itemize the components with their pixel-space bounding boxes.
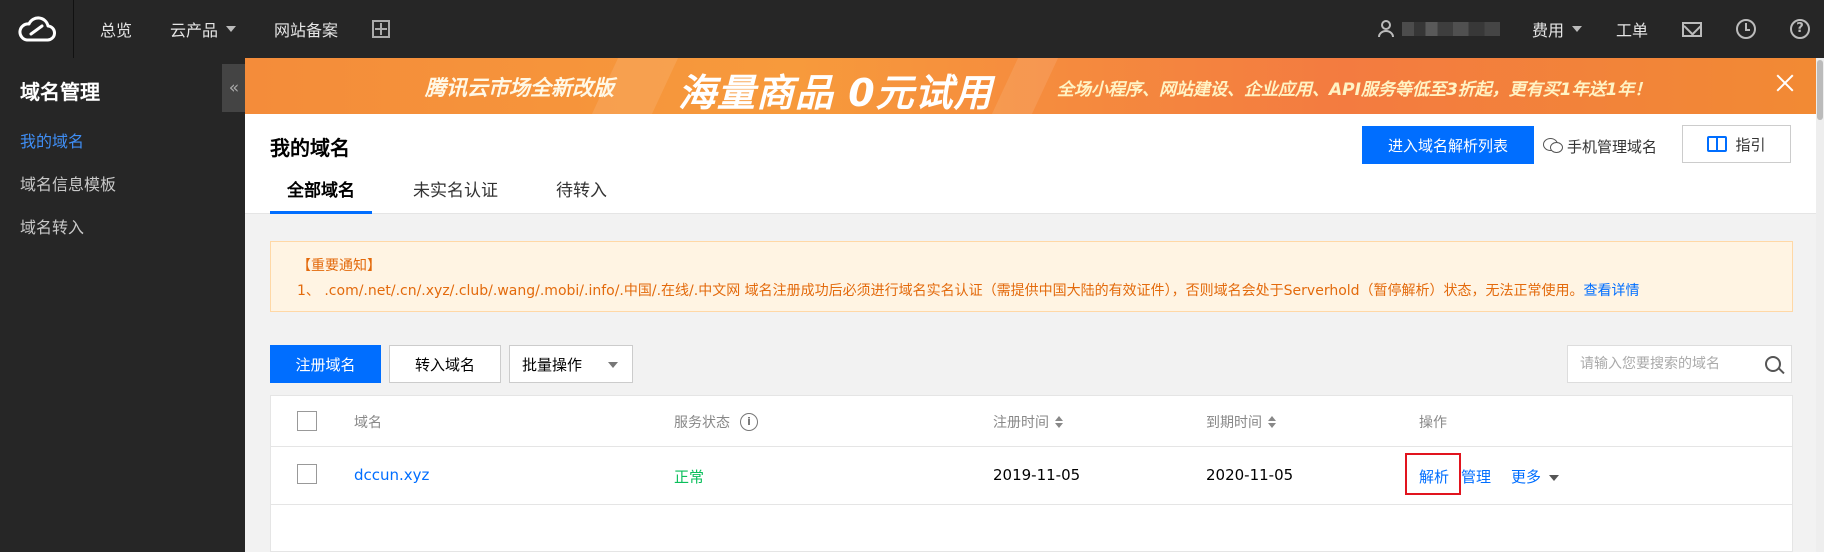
batch-select-value: 批量操作 bbox=[522, 355, 583, 374]
sort-icon bbox=[1268, 416, 1276, 428]
select-all-checkbox[interactable] bbox=[297, 411, 317, 431]
promo-banner[interactable]: 腾讯云市场全新改版 海量商品 0元试用 全场小程序、网站建设、企业应用、API服… bbox=[245, 58, 1816, 114]
close-icon[interactable] bbox=[1774, 72, 1796, 94]
top-nav: 总览 云产品 网站备案 bbox=[100, 0, 391, 58]
more-menu[interactable]: 更多 bbox=[1511, 466, 1560, 487]
table-header: 域名 服务状态 i 注册时间 到期时间 操作 bbox=[271, 396, 1792, 447]
col-exp-time[interactable]: 到期时间 bbox=[1206, 412, 1276, 432]
col-domain: 域名 bbox=[354, 412, 382, 432]
notice-title: 【重要通知】 bbox=[297, 258, 381, 274]
top-navbar: 总览 云产品 网站备案 费用 工单 ? bbox=[0, 0, 1824, 58]
domain-table: 域名 服务状态 i 注册时间 到期时间 操作 dccun.xyz 正常 2019-… bbox=[270, 395, 1793, 552]
col-status: 服务状态 i bbox=[674, 412, 758, 432]
ticket-link[interactable]: 工单 bbox=[1616, 17, 1648, 41]
banner-main-text: 海量商品 0元试用 bbox=[678, 71, 993, 114]
guide-button[interactable]: 指引 bbox=[1682, 125, 1791, 163]
collapse-sidebar-button[interactable]: « bbox=[222, 64, 246, 112]
transfer-domain-button[interactable]: 转入域名 bbox=[389, 345, 501, 383]
nav-icp-filing-label: 网站备案 bbox=[274, 21, 339, 40]
notice-details-link[interactable]: 查看详情 bbox=[1584, 283, 1640, 299]
sort-icon bbox=[1055, 416, 1063, 428]
banner-subtext: 全场小程序、网站建设、企业应用、API服务等低至3折起，更有买1年送1年！ bbox=[1057, 80, 1652, 100]
search-icon[interactable] bbox=[1765, 356, 1781, 372]
ticket-label: 工单 bbox=[1615, 21, 1648, 40]
nav-overview[interactable]: 总览 bbox=[100, 17, 132, 41]
mail-icon bbox=[1682, 21, 1702, 37]
tab-all-domains[interactable]: 全部域名 bbox=[270, 176, 372, 214]
top-right-tools: 费用 工单 ? bbox=[1377, 0, 1824, 58]
domain-link[interactable]: dccun.xyz bbox=[354, 466, 429, 484]
col-actions: 操作 bbox=[1419, 412, 1447, 432]
clock-icon bbox=[1736, 19, 1756, 39]
col-reg-time[interactable]: 注册时间 bbox=[993, 412, 1063, 432]
history-button[interactable] bbox=[1736, 19, 1756, 39]
domain-search-box bbox=[1567, 345, 1792, 383]
tab-pending-transfer[interactable]: 待转入 bbox=[539, 176, 624, 214]
search-input[interactable] bbox=[1568, 346, 1748, 382]
tab-unverified[interactable]: 未实名认证 bbox=[396, 176, 515, 214]
help-icon: ? bbox=[1790, 19, 1810, 39]
table-row: dccun.xyz 正常 2019-11-05 2020-11-05 解析 管理… bbox=[271, 447, 1792, 505]
double-chevron-left-icon: « bbox=[228, 78, 240, 98]
register-domain-button[interactable]: 注册域名 bbox=[270, 345, 381, 383]
col-status-label: 服务状态 bbox=[674, 415, 730, 431]
scrollbar-thumb[interactable] bbox=[1817, 60, 1823, 120]
banner-decoration bbox=[991, 58, 1059, 114]
nav-cloud-products[interactable]: 云产品 bbox=[170, 17, 237, 41]
chevron-down-icon bbox=[608, 362, 618, 368]
sidebar-item-domain-transfer[interactable]: 域名转入 bbox=[20, 214, 84, 238]
nav-overview-label: 总览 bbox=[100, 21, 133, 40]
fee-menu[interactable]: 费用 bbox=[1532, 17, 1582, 41]
chevron-down-icon bbox=[226, 26, 237, 32]
info-icon[interactable]: i bbox=[740, 413, 758, 431]
reg-time-value: 2019-11-05 bbox=[993, 466, 1081, 484]
page-header: 我的域名 进入域名解析列表 手机管理域名 指引 全部域名 未实名认证 待转入 bbox=[245, 114, 1816, 214]
col-domain-label: 域名 bbox=[354, 415, 382, 431]
domain-tabs: 全部域名 未实名认证 待转入 bbox=[270, 176, 648, 214]
chevron-down-icon bbox=[1571, 26, 1582, 32]
status-badge: 正常 bbox=[674, 468, 705, 486]
masked-username bbox=[1401, 22, 1500, 36]
guide-label: 指引 bbox=[1735, 135, 1766, 154]
more-label: 更多 bbox=[1511, 468, 1542, 486]
manage-link[interactable]: 管理 bbox=[1461, 466, 1491, 487]
col-reg-time-label: 注册时间 bbox=[993, 415, 1049, 431]
banner-headline: 腾讯云市场全新改版 bbox=[425, 76, 614, 100]
col-actions-label: 操作 bbox=[1419, 415, 1447, 431]
plus-square-icon[interactable] bbox=[372, 20, 391, 38]
nav-cloud-products-label: 云产品 bbox=[170, 21, 219, 40]
user-menu[interactable] bbox=[1377, 20, 1500, 38]
row-checkbox[interactable] bbox=[297, 464, 317, 484]
mobile-manage-label: 手机管理域名 bbox=[1567, 137, 1658, 156]
help-button[interactable]: ? bbox=[1790, 19, 1810, 39]
exp-time-value: 2020-11-05 bbox=[1206, 466, 1294, 484]
resolve-link[interactable]: 解析 bbox=[1419, 466, 1449, 487]
sidebar-title: 域名管理 bbox=[20, 80, 100, 104]
notice-text: 1、 .com/.net/.cn/.xyz/.club/.wang/.mobi/… bbox=[297, 283, 1584, 299]
chevron-down-icon bbox=[1549, 474, 1560, 481]
mobile-manage-link[interactable]: 手机管理域名 bbox=[1543, 134, 1657, 158]
mail-button[interactable] bbox=[1682, 21, 1702, 37]
sidebar-item-my-domains[interactable]: 我的域名 bbox=[20, 128, 84, 152]
important-notice: 【重要通知】 1、 .com/.net/.cn/.xyz/.club/.wang… bbox=[270, 241, 1793, 312]
page-title: 我的域名 bbox=[270, 136, 350, 160]
dns-list-button[interactable]: 进入域名解析列表 bbox=[1362, 126, 1534, 164]
wechat-icon bbox=[1543, 138, 1563, 154]
batch-operation-select[interactable]: 批量操作 bbox=[509, 345, 633, 383]
col-exp-time-label: 到期时间 bbox=[1206, 415, 1262, 431]
page-scrollbar[interactable] bbox=[1816, 58, 1824, 552]
nav-icp-filing[interactable]: 网站备案 bbox=[274, 17, 338, 41]
book-icon bbox=[1707, 136, 1728, 152]
notice-body: 1、 .com/.net/.cn/.xyz/.club/.wang/.mobi/… bbox=[297, 280, 1640, 300]
sidebar-item-domain-templates[interactable]: 域名信息模板 bbox=[20, 171, 116, 195]
user-icon bbox=[1377, 20, 1394, 38]
fee-label: 费用 bbox=[1531, 21, 1564, 40]
cloud-logo-icon[interactable] bbox=[0, 0, 74, 58]
sidebar: 域名管理 « 我的域名 域名信息模板 域名转入 bbox=[0, 58, 246, 552]
